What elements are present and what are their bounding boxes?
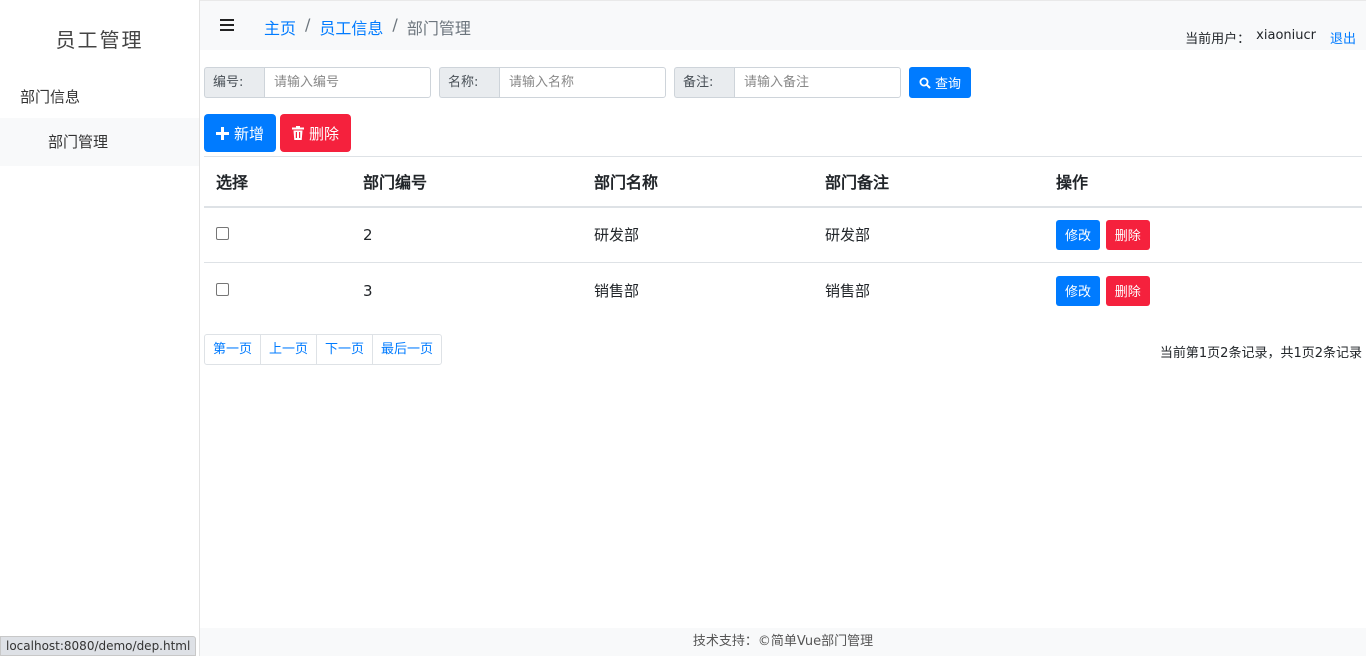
- sidebar: 员工管理 部门信息 部门管理: [0, 0, 200, 656]
- row-select-cell: [204, 206, 351, 263]
- cell-name: 销售部: [594, 282, 640, 301]
- filter-name-label: 名称:: [439, 67, 499, 98]
- topbar: 主页 / 员工信息 / 部门管理 当前用户： xiaoniucr 退出: [200, 0, 1366, 50]
- table-header-row: 选择 部门编号 部门名称 部门备注 操作: [204, 156, 1362, 208]
- cell-name: 研发部: [582, 206, 813, 263]
- search-icon: [919, 77, 931, 89]
- breadcrumb-home[interactable]: 主页: [264, 15, 296, 39]
- filter-name-group: 名称:: [439, 67, 666, 98]
- query-button-label: 查询: [935, 77, 962, 92]
- filter-name-input[interactable]: [499, 67, 666, 98]
- filter-id-input[interactable]: [264, 67, 431, 98]
- cell-actions: 修改 删除: [1044, 206, 1362, 263]
- pagination: 第一页 上一页 下一页 最后一页: [204, 334, 443, 365]
- column-header-name: 部门名称: [582, 156, 813, 208]
- sidebar-item-department-management[interactable]: 部门管理: [0, 118, 199, 166]
- query-button[interactable]: 查询: [909, 67, 972, 98]
- breadcrumb-current: 部门管理: [406, 19, 471, 38]
- delete-button[interactable]: 删除: [1105, 275, 1150, 306]
- user-info: 当前用户： xiaoniucr 退出: [1185, 28, 1356, 47]
- delete-button[interactable]: 删除: [1105, 219, 1150, 250]
- trash-icon: [292, 126, 305, 140]
- department-table: 选择 部门编号 部门名称 部门备注 操作 2 研发部 研发部 修改 删除 3 销…: [204, 156, 1362, 319]
- logout-link[interactable]: 退出: [1330, 28, 1356, 47]
- add-button[interactable]: 新增: [204, 114, 277, 152]
- cell-remark: 研发部: [813, 206, 1044, 263]
- table-actions: 新增 删除: [204, 114, 352, 152]
- column-header-actions: 操作: [1044, 156, 1362, 208]
- sidebar-group-department-info[interactable]: 部门信息: [0, 76, 199, 118]
- table-row: 3 销售部 销售部 修改 删除: [204, 263, 1362, 319]
- filter-id-group: 编号:: [204, 67, 431, 98]
- column-header-select: 选择: [204, 156, 351, 208]
- page-next-link[interactable]: 下一页: [317, 335, 374, 364]
- search-filters: 编号: 名称: 备注: 查询: [204, 67, 972, 98]
- menu-toggle-icon[interactable]: [220, 19, 234, 31]
- footer: 技术支持：©简单Vue部门管理: [200, 628, 1366, 656]
- brand-title: 员工管理: [55, 27, 144, 52]
- current-user-label: 当前用户：: [1185, 32, 1251, 47]
- cell-actions: 修改 删除: [1044, 263, 1362, 319]
- row-select-cell: [204, 263, 351, 319]
- batch-delete-button-label: 删除: [309, 124, 340, 143]
- browser-status-url: localhost:8080/demo/dep.html: [0, 636, 197, 656]
- filter-id-label: 编号:: [204, 67, 264, 98]
- table-row: 2 研发部 研发部 修改 删除: [204, 206, 1362, 263]
- current-username: xiaoniucr: [1256, 28, 1316, 43]
- filter-remark-input[interactable]: [734, 67, 901, 98]
- edit-button[interactable]: 修改: [1056, 275, 1101, 306]
- breadcrumb-separator: /: [392, 15, 398, 34]
- edit-button[interactable]: 修改: [1056, 219, 1101, 250]
- page-prev-link[interactable]: 上一页: [261, 335, 318, 364]
- breadcrumb-employee-info[interactable]: 员工信息: [319, 15, 383, 39]
- page-first-link[interactable]: 第一页: [205, 335, 262, 364]
- page-last-link[interactable]: 最后一页: [373, 335, 441, 364]
- cell-id: 2: [351, 206, 582, 263]
- main-area: 主页 / 员工信息 / 部门管理 当前用户： xiaoniucr 退出 编号: …: [200, 0, 1366, 656]
- row-checkbox[interactable]: [216, 226, 229, 240]
- column-header-remark: 部门备注: [813, 156, 1044, 208]
- pagination-info: 当前第1页2条记录，共1页2条记录: [1159, 346, 1362, 361]
- row-checkbox[interactable]: [216, 282, 229, 296]
- filter-remark-group: 备注:: [674, 67, 901, 98]
- add-button-label: 新增: [234, 124, 265, 143]
- batch-delete-button[interactable]: 删除: [280, 114, 352, 152]
- filter-remark-label: 备注:: [674, 67, 734, 98]
- cell-id: 3: [363, 281, 373, 300]
- plus-icon: [216, 126, 229, 140]
- breadcrumb-separator: /: [305, 15, 311, 34]
- cell-remark: 销售部: [825, 282, 871, 301]
- breadcrumb: 主页 / 员工信息 / 部门管理: [264, 15, 471, 39]
- column-header-id: 部门编号: [351, 156, 582, 208]
